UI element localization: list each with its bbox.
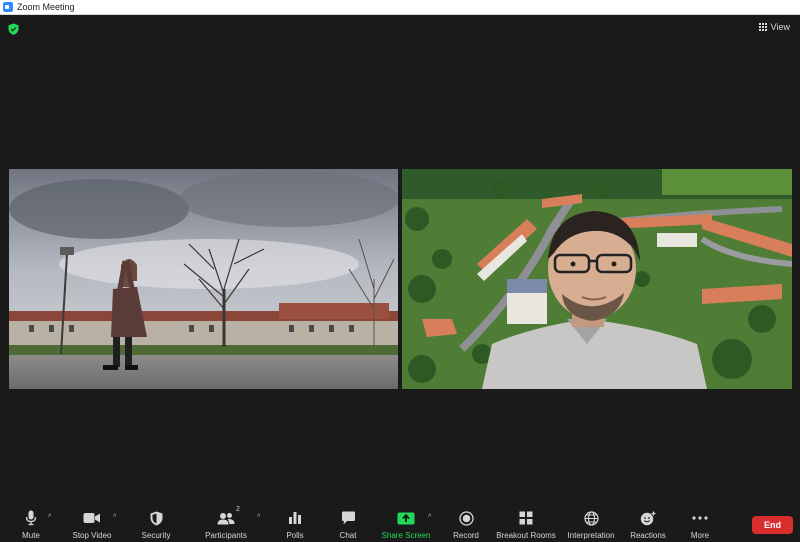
participants-icon — [217, 512, 235, 524]
globe-icon — [583, 510, 599, 526]
microphone-icon — [25, 510, 37, 526]
security-label: Security — [141, 531, 171, 540]
record-label: Record — [453, 531, 479, 540]
participants-button[interactable]: Participants — [188, 508, 264, 540]
video-options-caret[interactable]: ^ — [113, 514, 116, 521]
view-button[interactable]: View — [758, 22, 790, 32]
more-label: More — [690, 531, 710, 540]
polls-label: Polls — [286, 531, 304, 540]
participants-count: 2 — [236, 506, 240, 513]
security-button[interactable]: Security — [118, 508, 194, 540]
participant-video-left[interactable] — [9, 169, 398, 389]
record-icon — [458, 510, 474, 526]
reactions-label: Reactions — [630, 531, 666, 540]
meeting-stage: View — [0, 15, 800, 505]
window-titlebar: Zoom Meeting — [0, 0, 800, 15]
participant-video-right[interactable] — [402, 169, 792, 389]
end-meeting-button[interactable]: End — [752, 516, 793, 534]
grid-view-icon — [758, 23, 767, 31]
view-label: View — [770, 22, 790, 32]
polls-icon — [289, 512, 301, 524]
meeting-toolbar: Mute ^ Stop Video ^ Security Participant… — [0, 505, 800, 542]
stop-video-label: Stop Video — [72, 531, 112, 540]
interpretation-label: Interpretation — [567, 531, 615, 540]
reactions-icon — [640, 511, 656, 525]
more-button[interactable]: More — [662, 508, 738, 540]
security-shield-icon — [150, 511, 162, 525]
video-camera-icon — [83, 513, 100, 523]
chat-label: Chat — [339, 531, 357, 540]
participants-label: Participants — [205, 531, 247, 540]
breakout-rooms-label: Breakout Rooms — [496, 531, 556, 540]
audio-options-caret[interactable]: ^ — [48, 514, 51, 521]
more-icon — [692, 516, 708, 520]
share-screen-icon — [397, 512, 415, 524]
mute-label: Mute — [22, 531, 40, 540]
window-title: Zoom Meeting — [17, 2, 75, 12]
breakout-rooms-icon — [519, 511, 533, 525]
share-screen-label: Share Screen — [381, 531, 431, 540]
zoom-app-icon — [3, 2, 13, 12]
chat-icon — [341, 511, 355, 525]
shield-icon[interactable] — [8, 23, 19, 35]
